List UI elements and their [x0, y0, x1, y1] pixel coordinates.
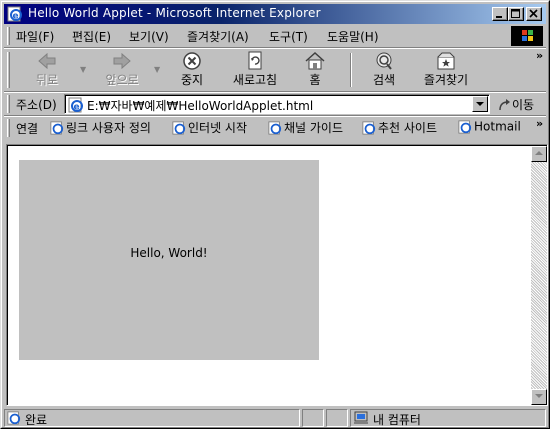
ie-page-icon: e — [7, 6, 22, 22]
status-pane-security — [326, 409, 348, 427]
java-applet[interactable]: Hello, World! — [19, 160, 319, 360]
back-button[interactable]: 뒤로 — [22, 51, 72, 89]
status-bar: 완료 내 컴퓨터 — [4, 408, 546, 428]
scroll-up-button[interactable] — [531, 146, 547, 162]
link-customize[interactable]: 링크 사용자 정의 — [50, 119, 151, 137]
toolbar-separator — [350, 53, 352, 87]
link-channel-guide[interactable]: 채널 가이드 — [268, 119, 343, 137]
link-label: 링크 사용자 정의 — [66, 121, 151, 135]
link-hotmail[interactable]: Hotmail — [458, 119, 521, 137]
my-computer-icon — [354, 411, 368, 424]
maximize-button[interactable] — [508, 7, 524, 21]
link-label: 추천 사이트 — [378, 121, 438, 135]
close-icon — [529, 9, 538, 18]
scroll-up-icon — [535, 151, 543, 155]
forward-label: 앞으로 — [105, 73, 139, 87]
menu-favorites[interactable]: 즐겨찾기(A) — [187, 28, 249, 45]
title-bar[interactable]: e Hello World Applet - Microsoft Interne… — [4, 4, 546, 24]
ie-page-icon — [458, 119, 472, 134]
ie-page-icon — [362, 120, 376, 135]
close-button[interactable] — [526, 7, 542, 21]
status-pane-progress — [302, 409, 324, 427]
scroll-down-icon — [535, 394, 543, 398]
svg-text:e: e — [74, 103, 80, 113]
windows-logo — [511, 26, 543, 46]
menu-edit[interactable]: 편집(E) — [72, 28, 111, 45]
links-label: 연결 — [16, 122, 39, 136]
applet-text: Hello, World! — [130, 246, 208, 260]
address-bar: 주소(D) e E:₩자바₩예제₩HelloWorldApplet.html 이… — [4, 93, 546, 115]
svg-text:e: e — [13, 12, 19, 22]
minimize-button[interactable] — [492, 7, 508, 21]
refresh-label: 새로고침 — [232, 73, 278, 87]
toolbar-grip[interactable] — [7, 52, 10, 88]
status-zone: 내 컴퓨터 — [373, 413, 421, 427]
standard-toolbar: 뒤로 ▼ 앞으로 ▼ 중지 새로고침 홈 검색 즐겨찾기 » — [4, 49, 546, 91]
links-bar: 연결 링크 사용자 정의 인터넷 시작 채널 가이드 추천 사이트 Hotmai… — [4, 117, 546, 139]
status-text: 완료 — [25, 413, 48, 427]
back-dropdown-arrow[interactable]: ▼ — [80, 65, 86, 74]
stop-button[interactable]: 중지 — [170, 51, 214, 89]
search-button[interactable]: 검색 — [364, 51, 404, 89]
search-label: 검색 — [372, 73, 396, 87]
ie-page-icon — [268, 120, 282, 135]
address-value: E:₩자바₩예제₩HelloWorldApplet.html — [87, 99, 314, 113]
status-text-pane: 완료 — [4, 409, 300, 427]
ie-page-icon — [172, 120, 186, 135]
links-grip[interactable] — [7, 119, 10, 137]
minimize-icon — [496, 16, 502, 18]
browser-window: e Hello World Applet - Microsoft Interne… — [0, 0, 550, 429]
link-internet-start[interactable]: 인터넷 시작 — [172, 119, 247, 137]
status-zone-pane: 내 컴퓨터 — [350, 409, 546, 427]
link-label: 채널 가이드 — [284, 121, 344, 135]
favorites-button[interactable]: 즐겨찾기 — [416, 51, 476, 89]
favorites-label: 즐겨찾기 — [423, 73, 469, 87]
back-arrow-icon — [38, 52, 56, 70]
ie-page-icon: e — [68, 97, 83, 113]
menu-tools[interactable]: 도구(T) — [269, 28, 308, 45]
refresh-button[interactable]: 새로고침 — [226, 51, 284, 89]
back-label: 뒤로 — [35, 73, 59, 87]
stop-label: 중지 — [180, 73, 204, 87]
scroll-down-button[interactable] — [531, 389, 547, 405]
favorites-icon — [437, 52, 455, 70]
forward-button[interactable]: 앞으로 — [94, 51, 150, 89]
stop-icon — [183, 52, 201, 70]
toolbar-more-chevron[interactable]: » — [536, 49, 543, 62]
ie-page-icon — [50, 120, 64, 135]
page-viewport: Hello, World! — [7, 145, 547, 405]
go-label: 이동 — [512, 98, 535, 112]
ie-page-icon — [7, 411, 21, 425]
go-arrow-icon — [499, 98, 510, 110]
search-icon — [376, 52, 392, 70]
address-input[interactable]: e E:₩자바₩예제₩HelloWorldApplet.html — [64, 94, 490, 114]
address-grip[interactable] — [7, 95, 10, 113]
forward-dropdown-arrow[interactable]: ▼ — [154, 65, 160, 74]
home-label: 홈 — [309, 73, 321, 87]
page-content: Hello, World! — [6, 144, 548, 406]
home-icon — [305, 51, 325, 70]
window-title: Hello World Applet - Microsoft Internet … — [28, 6, 321, 20]
links-more-chevron[interactable]: » — [536, 117, 543, 130]
menu-file[interactable]: 파일(F) — [16, 28, 54, 45]
window-frame: e Hello World Applet - Microsoft Interne… — [1, 1, 549, 428]
refresh-icon — [248, 51, 262, 70]
menu-view[interactable]: 보기(V) — [129, 28, 169, 45]
address-dropdown-button[interactable] — [472, 96, 488, 112]
maximize-icon — [511, 9, 520, 18]
chevron-down-icon — [476, 102, 484, 106]
menu-grip[interactable] — [7, 27, 10, 45]
menu-bar: 파일(F) 편집(E) 보기(V) 즐겨찾기(A) 도구(T) 도움말(H) — [4, 25, 546, 47]
forward-arrow-icon — [113, 52, 131, 70]
address-label: 주소(D) — [16, 98, 57, 112]
go-button[interactable]: 이동 — [498, 96, 534, 113]
home-button[interactable]: 홈 — [300, 51, 330, 89]
link-label: Hotmail — [474, 119, 521, 134]
link-label: 인터넷 시작 — [188, 121, 248, 135]
windows-logo-icon — [522, 30, 533, 41]
vertical-scrollbar[interactable] — [531, 146, 547, 405]
menu-help[interactable]: 도움말(H) — [327, 28, 379, 45]
link-recommended-sites[interactable]: 추천 사이트 — [362, 119, 437, 137]
